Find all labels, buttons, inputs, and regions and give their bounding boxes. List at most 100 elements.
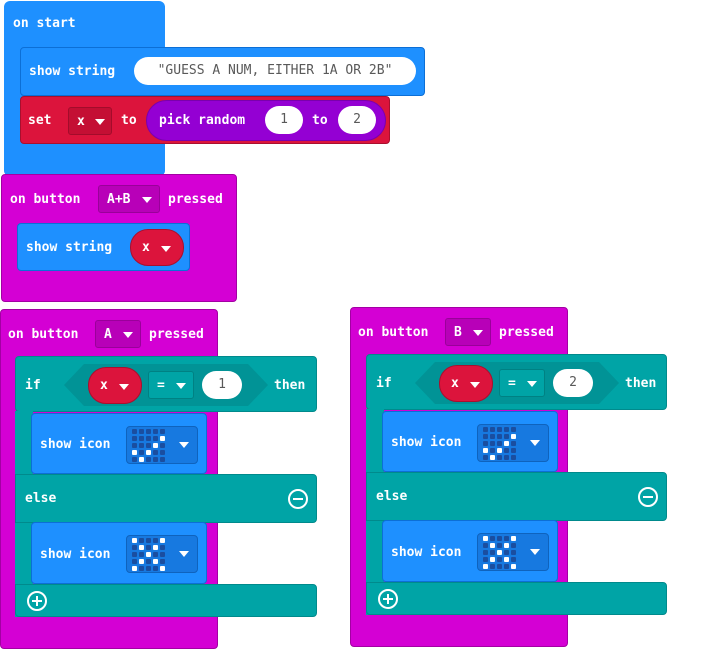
led-cell	[497, 427, 502, 432]
led-cell	[483, 536, 488, 541]
icon-picker[interactable]	[477, 424, 549, 462]
led-cell	[511, 448, 516, 453]
led-cell	[511, 427, 516, 432]
button-ab-dropdown[interactable]: A+B	[98, 185, 160, 213]
variable-dropdown[interactable]: x	[68, 107, 112, 135]
random-min-input[interactable]: 1	[265, 106, 303, 134]
led-cell	[146, 443, 151, 448]
led-cell	[497, 448, 502, 453]
led-cell	[139, 566, 144, 571]
on-button-label: on button	[8, 327, 79, 342]
led-cell	[132, 545, 137, 550]
led-cell	[483, 564, 488, 569]
led-cell	[511, 564, 516, 569]
led-cell	[504, 564, 509, 569]
show-icon-label: show icon	[40, 437, 111, 452]
button-a-dropdown[interactable]: A	[95, 320, 141, 348]
button-b-dropdown[interactable]: B	[445, 318, 491, 346]
show-icon-label: show icon	[40, 547, 111, 562]
led-cell	[153, 545, 158, 550]
show-icon-block-then-a[interactable]: show icon	[31, 413, 207, 474]
led-cell	[490, 550, 495, 555]
random-max-value: 2	[353, 112, 361, 127]
then-label: then	[625, 376, 657, 391]
show-icon-block-else-b[interactable]: show icon	[382, 520, 558, 582]
show-string-value[interactable]: "GUESS A NUM, EITHER 1A OR 2B"	[134, 57, 416, 85]
if-else-block-a[interactable]: if x = 1 then	[15, 356, 317, 412]
icon-picker[interactable]	[126, 426, 198, 464]
show-string-label: show string	[29, 64, 116, 79]
chevron-down-icon	[470, 382, 480, 388]
led-cell	[511, 536, 516, 541]
pressed-label: pressed	[149, 327, 204, 342]
led-cell	[504, 536, 509, 541]
icon-picker[interactable]	[126, 535, 198, 573]
on-button-label: on button	[10, 192, 81, 207]
operator-dropdown[interactable]: =	[499, 369, 545, 397]
led-cell	[483, 427, 488, 432]
variable-x-reporter[interactable]: x	[88, 367, 142, 404]
chevron-down-icon	[95, 119, 105, 125]
led-cell	[511, 441, 516, 446]
led-cell	[511, 557, 516, 562]
led-cell	[483, 434, 488, 439]
minus-icon[interactable]	[288, 489, 308, 509]
variable-x-reporter[interactable]: x	[130, 229, 184, 266]
led-cell	[511, 434, 516, 439]
led-cell	[132, 552, 137, 557]
led-cell	[483, 455, 488, 460]
variable-name: x	[142, 240, 150, 255]
led-cell	[504, 543, 509, 548]
led-cell	[504, 455, 509, 460]
led-cell	[153, 429, 158, 434]
chevron-down-icon	[179, 551, 189, 557]
led-cell	[132, 450, 137, 455]
set-label: set	[28, 113, 52, 128]
led-cell	[511, 455, 516, 460]
led-cell	[139, 545, 144, 550]
led-cell	[504, 448, 509, 453]
led-cell	[497, 550, 502, 555]
button-ab-name: A+B	[107, 192, 131, 207]
led-cell	[497, 434, 502, 439]
show-string-block[interactable]: show string "GUESS A NUM, EITHER 1A OR 2…	[20, 47, 425, 96]
led-cell	[497, 543, 502, 548]
show-icon-block-else-a[interactable]: show icon	[31, 522, 207, 584]
operator-dropdown[interactable]: =	[148, 371, 194, 399]
if-else-bottom-a	[15, 584, 317, 617]
led-cell	[160, 538, 165, 543]
show-icon-label: show icon	[391, 545, 462, 560]
variable-x-reporter[interactable]: x	[439, 365, 493, 402]
chevron-down-icon	[161, 246, 171, 252]
led-cell	[160, 566, 165, 571]
compare-value: 1	[218, 377, 226, 392]
compare-value-input[interactable]: 1	[202, 371, 242, 399]
led-cell	[490, 557, 495, 562]
minus-icon[interactable]	[638, 487, 658, 507]
led-cell	[139, 443, 144, 448]
random-max-input[interactable]: 2	[338, 106, 376, 134]
plus-icon[interactable]	[378, 589, 398, 609]
led-cell	[160, 450, 165, 455]
led-cell	[139, 450, 144, 455]
compare-value: 2	[569, 375, 577, 390]
led-cell	[146, 436, 151, 441]
chevron-down-icon	[119, 384, 129, 390]
compare-value-input[interactable]: 2	[553, 369, 593, 397]
button-b-name: B	[454, 325, 462, 340]
random-min-value: 1	[280, 112, 288, 127]
on-button-label: on button	[358, 325, 429, 340]
show-string-var-block[interactable]: show string x	[17, 223, 190, 271]
plus-icon[interactable]	[27, 591, 47, 611]
led-cell	[490, 448, 495, 453]
led-cell	[132, 436, 137, 441]
led-cell	[497, 536, 502, 541]
led-cell	[146, 538, 151, 543]
to-label: to	[121, 113, 137, 128]
icon-picker[interactable]	[477, 533, 549, 571]
led-cell	[139, 457, 144, 462]
pick-random-block[interactable]: pick random 1 to 2	[146, 100, 386, 141]
if-else-block-b[interactable]: if x = 2 then	[366, 354, 667, 410]
show-icon-block-then-b[interactable]: show icon	[382, 411, 558, 472]
set-variable-block[interactable]: set x to pick random 1 to 2	[20, 96, 390, 144]
